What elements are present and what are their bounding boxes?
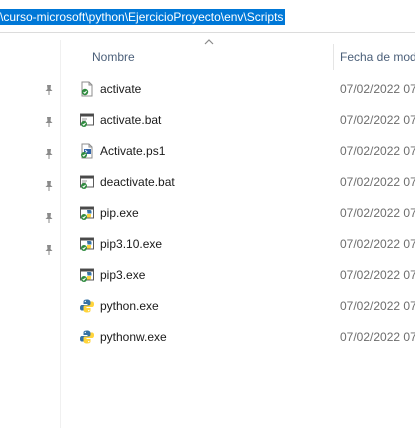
file-row[interactable]: pip3.10.exe 07/02/2022 07:	[76, 233, 415, 255]
python-logo-icon	[80, 330, 94, 344]
file-row[interactable]: deactivate.bat 07/02/2022 07:	[76, 171, 415, 193]
file-date: 07/02/2022 07:	[340, 113, 415, 127]
file-row[interactable]: Activate.ps1 07/02/2022 07:	[76, 140, 415, 162]
file-row[interactable]: activate 07/02/2022 07:	[76, 78, 415, 100]
python-exe-icon	[80, 237, 94, 251]
script-file-icon	[81, 81, 93, 97]
file-row[interactable]: pip3.exe 07/02/2022 07:	[76, 264, 415, 286]
pin-icon[interactable]	[43, 148, 55, 160]
pin-icon[interactable]	[43, 84, 55, 96]
sort-ascending-icon	[204, 39, 214, 45]
address-bar[interactable]: \curso-microsoft\python\EjercicioProyect…	[0, 0, 415, 33]
navigation-pane-border	[60, 40, 61, 428]
pin-icon[interactable]	[43, 116, 55, 128]
batch-file-icon	[80, 175, 94, 189]
file-date: 07/02/2022 07:	[340, 206, 415, 220]
file-date: 07/02/2022 07:	[340, 144, 415, 158]
pin-icon[interactable]	[43, 244, 55, 256]
file-row[interactable]: pythonw.exe 07/02/2022 07:	[76, 326, 415, 348]
python-exe-icon	[80, 268, 94, 282]
file-date: 07/02/2022 07:	[340, 330, 415, 344]
file-name: deactivate.bat	[100, 175, 175, 189]
file-date: 07/02/2022 07:	[340, 268, 415, 282]
file-name: Activate.ps1	[100, 144, 166, 158]
file-name: python.exe	[100, 299, 159, 313]
file-name: pip3.10.exe	[100, 237, 163, 251]
file-name: activate	[100, 82, 142, 96]
python-exe-icon	[80, 206, 94, 220]
powershell-script-icon	[81, 143, 93, 159]
file-row[interactable]: pip.exe 07/02/2022 07:	[76, 202, 415, 224]
file-name: activate.bat	[100, 113, 162, 127]
file-row[interactable]: activate.bat 07/02/2022 07:	[76, 109, 415, 131]
file-name: pip.exe	[100, 206, 139, 220]
file-row[interactable]: python.exe 07/02/2022 07:	[76, 295, 415, 317]
file-date: 07/02/2022 07:	[340, 175, 415, 189]
batch-file-icon	[80, 113, 94, 127]
file-name: pip3.exe	[100, 268, 146, 282]
column-header-date[interactable]: Fecha de mod	[340, 50, 415, 64]
file-date: 07/02/2022 07:	[340, 299, 415, 313]
pin-icon[interactable]	[43, 180, 55, 192]
file-date: 07/02/2022 07:	[340, 82, 415, 96]
column-divider[interactable]	[333, 44, 334, 70]
python-logo-icon	[80, 299, 94, 313]
file-name: pythonw.exe	[100, 330, 167, 344]
file-date: 07/02/2022 07:	[340, 237, 415, 251]
pin-icon[interactable]	[43, 212, 55, 224]
address-path[interactable]: \curso-microsoft\python\EjercicioProyect…	[0, 9, 286, 25]
column-header-name[interactable]: Nombre	[92, 50, 135, 64]
